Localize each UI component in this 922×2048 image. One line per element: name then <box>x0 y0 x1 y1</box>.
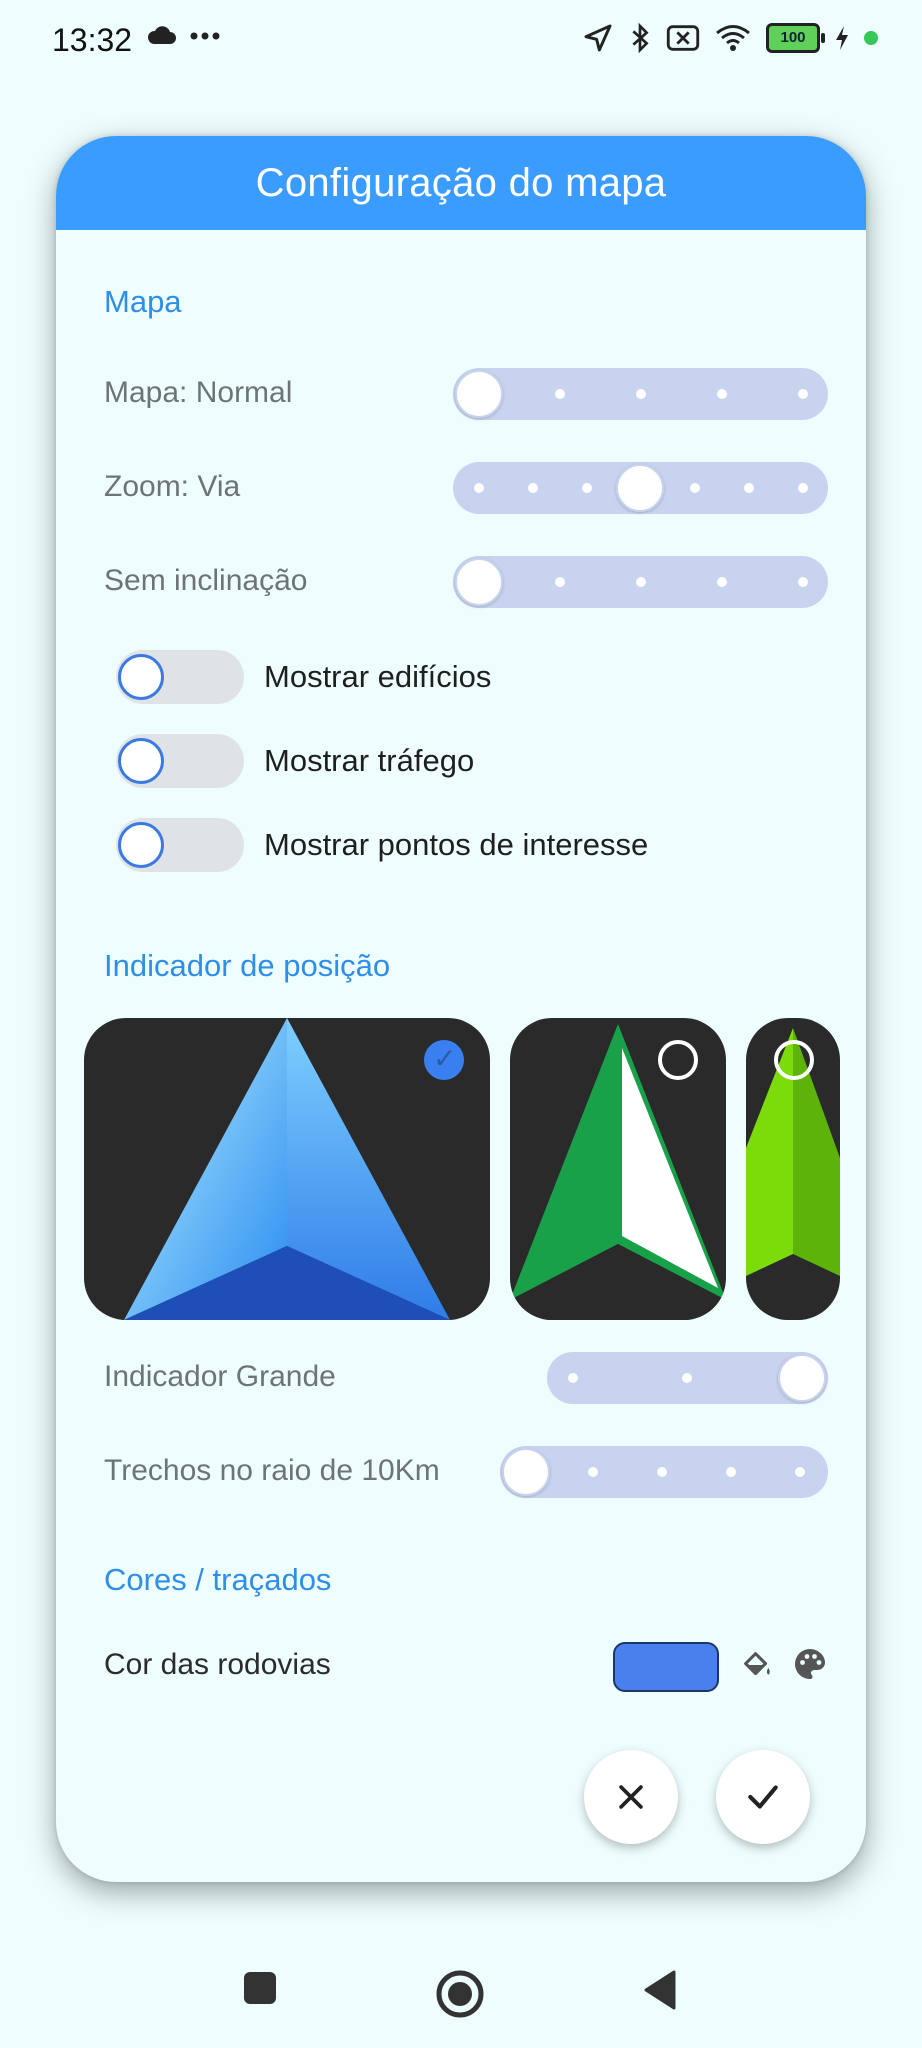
section-title-colors: Cores / traçados <box>104 1562 332 1597</box>
recents-button[interactable] <box>240 1968 280 2008</box>
slider-tick <box>690 483 700 493</box>
indicator-option-green-white-arrow[interactable] <box>510 1018 726 1320</box>
toggle-traffic-row[interactable]: Mostrar tráfego <box>116 734 474 788</box>
section-title-position-indicator: Indicador de posição <box>104 948 391 983</box>
paint-bucket-icon[interactable] <box>740 1648 774 1682</box>
segments-radius-slider[interactable] <box>500 1446 828 1498</box>
slider-tick <box>636 577 646 587</box>
status-right-icons: 100 <box>582 22 878 54</box>
slider-tick <box>568 1373 578 1383</box>
bluetooth-icon <box>632 22 649 54</box>
sim-off-icon <box>666 25 700 51</box>
home-button[interactable] <box>434 1968 486 2020</box>
slider-tick <box>588 1467 598 1477</box>
slider-tick <box>555 389 565 399</box>
slider-tick <box>474 483 484 493</box>
back-triangle-icon <box>644 1970 676 2010</box>
slider-thumb[interactable] <box>455 370 503 418</box>
map-type-label: Mapa: Normal <box>104 376 293 409</box>
section-title-map: Mapa <box>104 284 182 319</box>
tilt-slider[interactable] <box>453 556 828 608</box>
status-dot <box>864 31 878 45</box>
slider-tick <box>717 577 727 587</box>
toggle-traffic-label: Mostrar tráfego <box>264 743 475 778</box>
indicator-option-lime-arrow[interactable] <box>746 1018 840 1320</box>
zoom-label: Zoom: Via <box>104 470 241 503</box>
segments-radius-label: Trechos no raio de 10Km <box>104 1454 440 1487</box>
slider-thumb[interactable] <box>502 1448 550 1496</box>
slider-tick <box>528 483 538 493</box>
cloud-icon <box>147 26 176 44</box>
slider-tick <box>682 1373 692 1383</box>
indicator-unselected-circle <box>658 1040 698 1080</box>
palette-icon[interactable] <box>792 1646 828 1682</box>
more-dots-icon <box>190 32 220 40</box>
slider-tick <box>798 577 808 587</box>
navigation-bar <box>0 1940 922 2048</box>
switch-knob <box>118 738 164 784</box>
indicator-size-slider[interactable] <box>547 1352 828 1404</box>
toggle-poi-switch[interactable] <box>116 818 244 872</box>
slider-tick <box>744 483 754 493</box>
dialog-title: Configuração do mapa <box>56 136 866 230</box>
tilt-label: Sem inclinação <box>104 564 308 597</box>
close-icon <box>619 1785 643 1809</box>
home-circle-icon <box>436 1970 484 2018</box>
slider-tick <box>636 389 646 399</box>
indicator-option-blue-arrow[interactable] <box>84 1018 490 1320</box>
slider-tick <box>726 1467 736 1477</box>
slider-tick <box>582 483 592 493</box>
battery-icon: 100 <box>766 23 825 53</box>
slider-tick <box>798 389 808 399</box>
indicator-carousel[interactable] <box>84 1018 866 1320</box>
slider-tick <box>717 389 727 399</box>
slider-thumb[interactable] <box>616 464 664 512</box>
slider-thumb[interactable] <box>778 1354 826 1402</box>
toggle-poi-row[interactable]: Mostrar pontos de interesse <box>116 818 648 872</box>
confirm-button[interactable] <box>716 1750 810 1844</box>
map-type-slider[interactable] <box>453 368 828 420</box>
charging-icon <box>836 26 848 50</box>
toggle-poi-label: Mostrar pontos de interesse <box>264 827 649 862</box>
toggle-buildings-row[interactable]: Mostrar edifícios <box>116 650 491 704</box>
status-left-icons <box>146 26 220 46</box>
switch-knob <box>118 654 164 700</box>
slider-tick <box>795 1467 805 1477</box>
indicator-selected-check <box>424 1040 464 1080</box>
toggle-buildings-switch[interactable] <box>116 650 244 704</box>
location-arrow-icon <box>584 24 612 52</box>
map-settings-dialog: Configuração do mapa Mapa Mapa: Normal Z… <box>56 136 866 1882</box>
toggle-buildings-label: Mostrar edifícios <box>264 659 492 694</box>
slider-tick <box>798 483 808 493</box>
slider-thumb[interactable] <box>455 558 503 606</box>
indicator-unselected-circle <box>774 1040 814 1080</box>
toggle-traffic-switch[interactable] <box>116 734 244 788</box>
cancel-button[interactable] <box>584 1750 678 1844</box>
zoom-slider[interactable] <box>453 462 828 514</box>
wifi-icon <box>716 25 750 51</box>
status-time: 13:32 <box>52 22 133 58</box>
indicator-size-label: Indicador Grande <box>104 1360 336 1393</box>
slider-tick <box>555 577 565 587</box>
road-color-label: Cor das rodovias <box>104 1648 331 1681</box>
recents-square-icon <box>244 1972 276 2004</box>
back-button[interactable] <box>640 1968 680 2012</box>
check-icon <box>748 1785 778 1809</box>
switch-knob <box>118 822 164 868</box>
road-color-swatch[interactable] <box>613 1642 719 1692</box>
slider-tick <box>657 1467 667 1477</box>
status-bar: 13:32 100 <box>0 0 922 86</box>
